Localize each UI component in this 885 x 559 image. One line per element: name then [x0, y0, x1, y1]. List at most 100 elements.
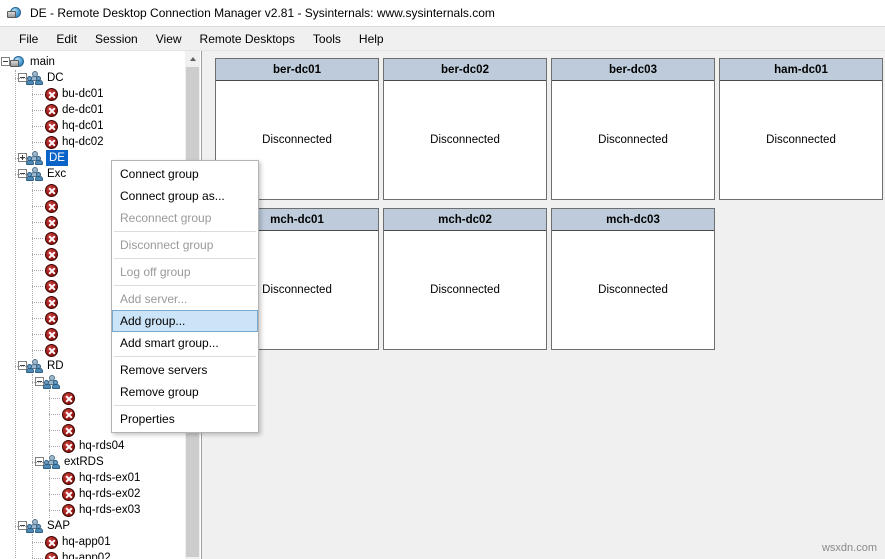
- context-menu-item[interactable]: Properties: [112, 408, 258, 430]
- context-menu-item[interactable]: Connect group as...: [112, 185, 258, 207]
- tree-node-group[interactable]: extRDS: [0, 454, 186, 470]
- tree-guide-line: [32, 86, 34, 150]
- session-tile[interactable]: ber-dc03 Disconnected: [551, 58, 715, 200]
- tree-node-label: main: [30, 56, 55, 68]
- tree-node-label: hq-app02: [62, 552, 111, 559]
- session-tile[interactable]: mch-dc03 Disconnected: [551, 208, 715, 350]
- session-tile-status: Disconnected: [430, 134, 500, 146]
- tree-node-label: hq-dc01: [62, 120, 104, 132]
- server-disconnected-icon: [44, 311, 59, 326]
- session-tile-title[interactable]: ham-dc01: [720, 59, 882, 81]
- session-tile-title[interactable]: mch-dc03: [552, 209, 714, 231]
- tree-node-server[interactable]: bu-dc01: [0, 86, 186, 102]
- server-disconnected-icon: [61, 487, 76, 502]
- context-menu-item[interactable]: Connect group: [112, 163, 258, 185]
- tree-node-label: SAP: [47, 520, 71, 532]
- tree-guide-line: [32, 182, 34, 358]
- menu-separator: [114, 405, 256, 406]
- server-disconnected-icon: [61, 423, 76, 438]
- tree-node-server[interactable]: hq-dc01: [0, 118, 186, 134]
- tree-node-label: hq-rds04: [79, 440, 125, 452]
- context-menu-item: Reconnect group: [120, 211, 212, 225]
- menu-view[interactable]: View: [147, 29, 191, 49]
- chevron-up-icon[interactable]: [185, 51, 200, 66]
- tree-node-server[interactable]: hq-dc02: [0, 134, 186, 150]
- menu-separator: [114, 258, 256, 259]
- tree-node-label: de-dc01: [62, 104, 104, 116]
- tree-node-server[interactable]: hq-rds-ex02: [0, 486, 186, 502]
- tree-guide-line: [15, 70, 17, 559]
- group-icon: [26, 166, 44, 182]
- context-menu-item[interactable]: Add group...: [112, 310, 258, 332]
- server-disconnected-icon: [44, 295, 59, 310]
- tree-guide-line: [49, 390, 51, 454]
- context-menu-item[interactable]: Add smart group...: [112, 332, 258, 354]
- group-icon: [26, 150, 44, 166]
- server-disconnected-icon: [44, 263, 59, 278]
- tree-node-label: hq-rds-ex02: [79, 488, 141, 500]
- session-tile[interactable]: ber-dc02 Disconnected: [383, 58, 547, 200]
- context-menu-item[interactable]: Remove servers: [112, 359, 258, 381]
- server-disconnected-icon: [61, 471, 76, 486]
- tree-node-group[interactable]: SAP: [0, 518, 186, 534]
- server-disconnected-icon: [44, 119, 59, 134]
- tree-node-group[interactable]: DC: [0, 70, 186, 86]
- session-tile[interactable]: mch-dc02 Disconnected: [383, 208, 547, 350]
- session-grid: ber-dc01 Disconnected ber-dc02 Disconnected…: [203, 51, 885, 559]
- server-disconnected-icon: [61, 439, 76, 454]
- context-menu-item: Log off group: [120, 265, 191, 279]
- menu-file[interactable]: File: [10, 29, 47, 49]
- remote-desktop-icon: [7, 5, 23, 21]
- context-menu-item: Disconnect group: [120, 238, 214, 252]
- menu-session[interactable]: Session: [86, 29, 147, 49]
- session-tile-title[interactable]: mch-dc02: [384, 209, 546, 231]
- group-icon: [26, 358, 44, 374]
- menu-remote-desktops[interactable]: Remote Desktops: [191, 29, 304, 49]
- server-disconnected-icon: [44, 327, 59, 342]
- tree-node-label: extRDS: [64, 456, 104, 468]
- server-disconnected-icon: [44, 535, 59, 550]
- tree-node-group[interactable]: main: [0, 54, 186, 70]
- server-disconnected-icon: [61, 391, 76, 406]
- session-tile[interactable]: ham-dc01 Disconnected: [719, 58, 883, 200]
- group-icon: [43, 374, 61, 390]
- tree-node-server[interactable]: de-dc01: [0, 102, 186, 118]
- menu-tools[interactable]: Tools: [304, 29, 350, 49]
- server-disconnected-icon: [44, 551, 59, 559]
- title-bar: DE - Remote Desktop Connection Manager v…: [0, 0, 885, 27]
- collapse-icon[interactable]: [1, 57, 10, 66]
- tree-node-server[interactable]: hq-app01: [0, 534, 186, 550]
- tree-node-label: DE: [46, 150, 68, 166]
- context-menu-item[interactable]: Remove group: [112, 381, 258, 403]
- session-tile-status: Disconnected: [430, 284, 500, 296]
- server-disconnected-icon: [44, 215, 59, 230]
- menu-separator: [114, 231, 256, 232]
- session-tile-title[interactable]: ber-dc03: [552, 59, 714, 81]
- menu-bar: File Edit Session View Remote Desktops T…: [0, 27, 885, 51]
- menu-edit[interactable]: Edit: [47, 29, 86, 49]
- tree-node-label: DC: [47, 72, 64, 84]
- tree-node-label: RD: [47, 360, 64, 372]
- server-disconnected-icon: [44, 231, 59, 246]
- menu-help[interactable]: Help: [350, 29, 393, 49]
- tree-node-label: hq-rds-ex01: [79, 472, 141, 484]
- server-disconnected-icon: [61, 407, 76, 422]
- server-disconnected-icon: [61, 503, 76, 518]
- tree-node-server[interactable]: hq-rds-ex03: [0, 502, 186, 518]
- window-title: DE - Remote Desktop Connection Manager v…: [30, 6, 495, 20]
- server-disconnected-icon: [44, 343, 59, 358]
- session-tile-status: Disconnected: [766, 134, 836, 146]
- group-icon: [26, 70, 44, 86]
- server-disconnected-icon: [44, 199, 59, 214]
- tree-node-server[interactable]: hq-rds-ex01: [0, 470, 186, 486]
- tree-node-server[interactable]: hq-app02: [0, 550, 186, 559]
- tree-guide-line: [32, 374, 34, 518]
- session-tile-title[interactable]: ber-dc01: [216, 59, 378, 81]
- session-tile-title[interactable]: ber-dc02: [384, 59, 546, 81]
- tree-node-label: bu-dc01: [62, 88, 104, 100]
- rdcman-window: DE - Remote Desktop Connection Manager v…: [0, 0, 885, 559]
- context-menu-item: Add server...: [120, 292, 188, 306]
- tree-node-label: hq-rds-ex03: [79, 504, 141, 516]
- tree-node-server[interactable]: hq-rds04: [0, 438, 186, 454]
- group-context-menu[interactable]: Connect group Connect group as... Reconnec…: [111, 160, 259, 433]
